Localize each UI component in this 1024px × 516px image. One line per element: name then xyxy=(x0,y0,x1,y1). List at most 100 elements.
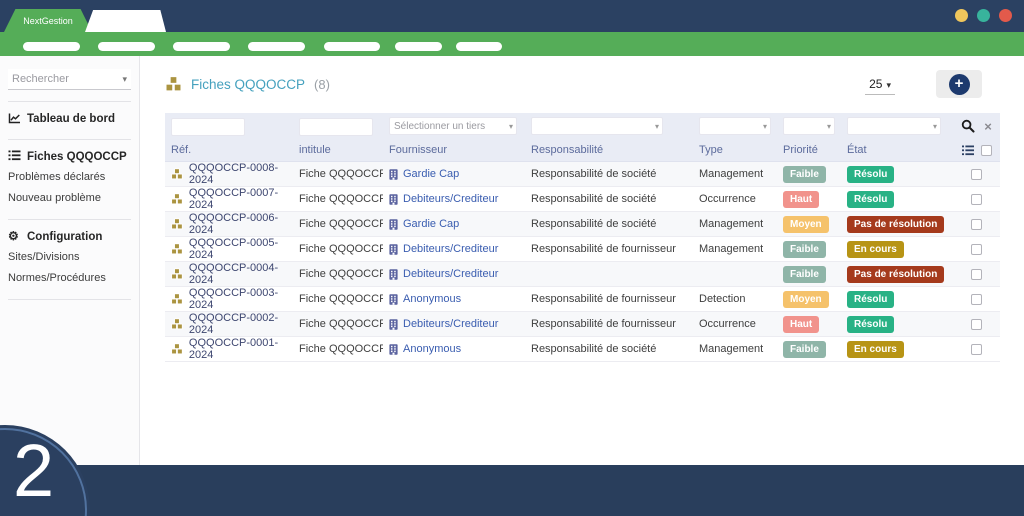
fournisseur-link[interactable]: Anonymous xyxy=(403,343,461,355)
ref-link[interactable]: QQQOCCP-0007-2024 xyxy=(189,187,293,211)
sidebar-section-tableau-de-bord[interactable]: Tableau de bord xyxy=(0,102,139,128)
table-row[interactable]: QQQOCCP-0001-2024 Fiche QQQOCCP Anonymou… xyxy=(165,337,1000,362)
status-badge: Résolu xyxy=(847,316,894,333)
column-header[interactable]: Fournisseur xyxy=(383,144,525,156)
fournisseur-cell: Gardie Cap xyxy=(383,218,525,230)
add-record-button[interactable]: + xyxy=(936,70,982,98)
column-header[interactable]: intitule xyxy=(293,144,383,156)
sidebar-item-probl-mes-d-clar-s[interactable]: Problèmes déclarés xyxy=(0,166,139,187)
row-select-cell xyxy=(953,294,1000,305)
priority-badge: Faible xyxy=(783,341,826,358)
row-checkbox[interactable] xyxy=(971,219,982,230)
responsabilite-filter-select[interactable]: ▾ xyxy=(531,117,663,135)
row-checkbox[interactable] xyxy=(971,194,982,205)
sidebar-item-sites-divisions[interactable]: Sites/Divisions xyxy=(0,246,139,267)
sidebar: Rechercher ▾ Tableau de bord Fiches QQQOC… xyxy=(0,56,140,465)
sidebar-section-fiches-qqqoccp[interactable]: Fiches QQQOCCP xyxy=(0,140,139,166)
table-row[interactable]: QQQOCCP-0003-2024 Fiche QQQOCCP Anonymou… xyxy=(165,287,1000,312)
sidebar-item-nouveau-probl-me[interactable]: Nouveau problème xyxy=(0,187,139,208)
fournisseur-cell: Debiteurs/Crediteur xyxy=(383,318,525,330)
fournisseur-link[interactable]: Debiteurs/Crediteur xyxy=(403,243,498,255)
clear-filters-icon[interactable]: × xyxy=(984,120,992,133)
fournisseur-link[interactable]: Anonymous xyxy=(403,293,461,305)
column-header[interactable]: Responsabilité xyxy=(525,144,693,156)
fournisseur-link[interactable]: Debiteurs/Crediteur xyxy=(403,318,498,330)
intitule-cell: Fiche QQQOCCP xyxy=(293,243,383,255)
building-icon xyxy=(389,269,398,280)
nav-pill[interactable] xyxy=(98,42,155,51)
page-title: Fiches QQQOCCP xyxy=(191,77,305,92)
column-header[interactable]: État xyxy=(841,144,953,156)
search-icon[interactable] xyxy=(961,119,975,133)
etat-filter-select[interactable]: ▾ xyxy=(847,117,941,135)
nav-pill[interactable] xyxy=(173,42,230,51)
etat-cell: Résolu xyxy=(841,191,953,208)
column-header[interactable]: Priorité xyxy=(777,144,841,156)
list-columns-icon[interactable] xyxy=(962,145,974,156)
ref-filter-input[interactable] xyxy=(171,118,245,136)
intitule-filter-input[interactable] xyxy=(299,118,373,136)
sidebar-section-configuration[interactable]: ⚙Configuration xyxy=(0,220,139,246)
dot-teal[interactable] xyxy=(977,9,990,22)
intitule-cell: Fiche QQQOCCP xyxy=(293,293,383,305)
nav-pill[interactable] xyxy=(248,42,305,51)
tiers-placeholder: Sélectionner un tiers xyxy=(394,121,485,132)
type-filter-select[interactable]: ▾ xyxy=(699,117,771,135)
nav-pill[interactable] xyxy=(395,42,442,51)
column-header[interactable]: Type xyxy=(693,144,777,156)
page-size-select[interactable]: 25▾ xyxy=(865,76,895,95)
page-title-group: Fiches QQQOCCP (8) xyxy=(165,76,330,92)
fournisseur-link[interactable]: Gardie Cap xyxy=(403,218,459,230)
main-content: Fiches QQQOCCP (8) 25▾ + Sélectionner un… xyxy=(141,56,1024,465)
ref-cell: QQQOCCP-0003-2024 xyxy=(165,287,293,311)
column-header[interactable]: Réf. xyxy=(165,144,293,156)
table-row[interactable]: QQQOCCP-0005-2024 Fiche QQQOCCP Debiteur… xyxy=(165,237,1000,262)
cubes-icon xyxy=(171,268,183,280)
table-row[interactable]: QQQOCCP-0008-2024 Fiche QQQOCCP Gardie C… xyxy=(165,162,1000,187)
tiers-filter-select[interactable]: Sélectionner un tiers ▾ xyxy=(389,117,517,135)
table-row[interactable]: QQQOCCP-0006-2024 Fiche QQQOCCP Gardie C… xyxy=(165,212,1000,237)
ref-link[interactable]: QQQOCCP-0002-2024 xyxy=(189,312,293,336)
nav-pill[interactable] xyxy=(324,42,380,51)
type-cell: Management xyxy=(693,218,777,230)
dot-red[interactable] xyxy=(999,9,1012,22)
table-row[interactable]: QQQOCCP-0002-2024 Fiche QQQOCCP Debiteur… xyxy=(165,312,1000,337)
fournisseur-link[interactable]: Debiteurs/Crediteur xyxy=(403,193,498,205)
gear-icon: ⚙ xyxy=(8,230,21,243)
sidebar-item-normes-proc-dures[interactable]: Normes/Procédures xyxy=(0,267,139,288)
ref-link[interactable]: QQQOCCP-0005-2024 xyxy=(189,237,293,261)
ref-link[interactable]: QQQOCCP-0006-2024 xyxy=(189,212,293,236)
row-checkbox[interactable] xyxy=(971,244,982,255)
brand-tab[interactable]: NextGestion xyxy=(4,9,92,32)
priorite-filter-select[interactable]: ▾ xyxy=(783,117,835,135)
nav-pill[interactable] xyxy=(456,42,502,51)
ref-link[interactable]: QQQOCCP-0008-2024 xyxy=(189,162,293,186)
row-checkbox[interactable] xyxy=(971,294,982,305)
intitule-cell: Fiche QQQOCCP xyxy=(293,343,383,355)
select-all-checkbox[interactable] xyxy=(981,145,992,156)
table-row[interactable]: QQQOCCP-0004-2024 Fiche QQQOCCP Debiteur… xyxy=(165,262,1000,287)
ref-link[interactable]: QQQOCCP-0004-2024 xyxy=(189,262,293,286)
search-select[interactable]: Rechercher ▾ xyxy=(8,69,131,90)
type-cell: Management xyxy=(693,243,777,255)
main-navbar xyxy=(0,32,1024,56)
row-checkbox[interactable] xyxy=(971,169,982,180)
ref-link[interactable]: QQQOCCP-0001-2024 xyxy=(189,337,293,361)
sidebar-section-label: Fiches QQQOCCP xyxy=(27,151,127,163)
priority-badge: Haut xyxy=(783,191,819,208)
dot-yellow[interactable] xyxy=(955,9,968,22)
responsabilite-cell: Responsabilité de fournisseur xyxy=(525,243,693,255)
row-checkbox[interactable] xyxy=(971,319,982,330)
fournisseur-link[interactable]: Debiteurs/Crediteur xyxy=(403,268,498,280)
table-row[interactable]: QQQOCCP-0007-2024 Fiche QQQOCCP Debiteur… xyxy=(165,187,1000,212)
row-select-cell xyxy=(953,169,1000,180)
ref-cell: QQQOCCP-0007-2024 xyxy=(165,187,293,211)
building-icon xyxy=(389,294,398,305)
table-header-row: Réf.intituleFournisseurResponsabilitéTyp… xyxy=(165,139,1000,162)
secondary-tab[interactable] xyxy=(85,10,166,32)
fournisseur-link[interactable]: Gardie Cap xyxy=(403,168,459,180)
row-checkbox[interactable] xyxy=(971,344,982,355)
nav-pill[interactable] xyxy=(23,42,80,51)
ref-link[interactable]: QQQOCCP-0003-2024 xyxy=(189,287,293,311)
row-checkbox[interactable] xyxy=(971,269,982,280)
